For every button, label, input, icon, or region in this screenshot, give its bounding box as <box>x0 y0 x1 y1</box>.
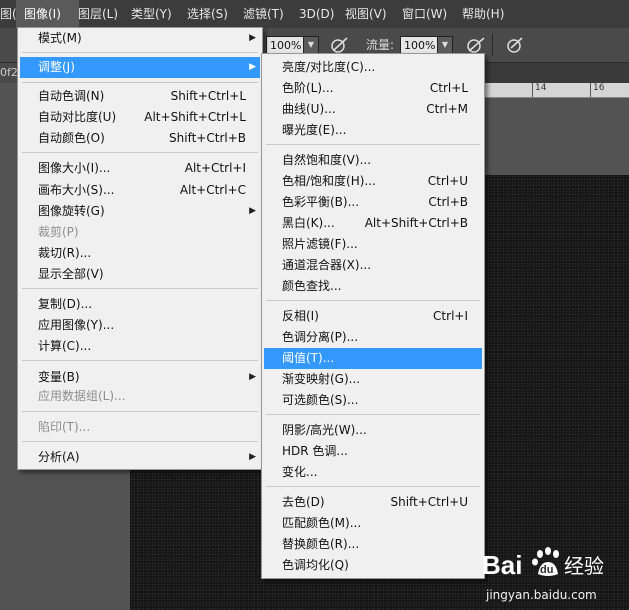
menu-item-hue-saturation[interactable]: 色相/饱和度(H)... Ctrl+U <box>264 171 482 192</box>
menu-help[interactable]: 帮助(H) <box>462 0 504 28</box>
menu-item-apply-image[interactable]: 应用图像(Y)... <box>20 315 260 336</box>
separator <box>22 360 258 361</box>
menu-item-curves[interactable]: 曲线(U)... Ctrl+M <box>264 99 482 120</box>
submenu-arrow-icon: ▶ <box>249 206 256 216</box>
menu-item-auto-contrast[interactable]: 自动对比度(U) Alt+Shift+Ctrl+L <box>20 107 260 128</box>
menu-filter[interactable]: 滤镜(T) <box>243 0 284 28</box>
menu-item-channel-mixer[interactable]: 通道混合器(X)... <box>264 255 482 276</box>
menu-item-desaturate[interactable]: 去色(D) Shift+Ctrl+U <box>264 492 482 513</box>
menu-item-trap: 陷印(T)... <box>38 420 91 434</box>
separator <box>22 152 258 153</box>
menu-item-vibrance[interactable]: 自然饱和度(V)... <box>264 150 482 171</box>
separator <box>266 414 480 415</box>
menu-view[interactable]: 视图(V) <box>345 0 387 28</box>
menu-item-mode[interactable]: 模式(M) ▶ <box>20 28 260 49</box>
opacity-dropdown[interactable]: ▼ <box>303 36 319 54</box>
horizontal-ruler: 14 16 <box>484 83 629 98</box>
menu-edit[interactable]: 图(E) <box>0 0 29 28</box>
menu-item-photo-filter[interactable]: 照片滤镜(F)... <box>264 234 482 255</box>
menu-item-black-white[interactable]: 黑白(K)... Alt+Shift+Ctrl+B <box>264 213 482 234</box>
menu-item-auto-tone[interactable]: 自动色调(N) Shift+Ctrl+L <box>20 86 260 107</box>
menu-item-levels[interactable]: 色阶(L)... Ctrl+L <box>264 78 482 99</box>
menu-item-color-lookup[interactable]: 颜色查找... <box>264 276 482 297</box>
separator <box>266 486 480 487</box>
menu-item-shadows-highlights[interactable]: 阴影/高光(W)... <box>264 420 482 441</box>
menu-item-threshold[interactable]: 阈值(T)... <box>264 348 482 369</box>
menu-item-variations[interactable]: 变化... <box>264 462 482 483</box>
menu-bar: 图(E) 图像(I) 图层(L) 类型(Y) 选择(S) 滤镜(T) 3D(D)… <box>0 0 629 29</box>
menu-item-analysis[interactable]: 分析(A) ▶ <box>20 447 260 468</box>
menu-item-reveal-all[interactable]: 显示全部(V) <box>20 264 260 285</box>
menu-item-match-color[interactable]: 匹配颜色(M)... <box>264 513 482 534</box>
menu-item-image-rotation[interactable]: 图像旋转(G) ▶ <box>20 201 260 222</box>
menu-item-replace-color[interactable]: 替换颜色(R)... <box>264 534 482 555</box>
menu-item-invert[interactable]: 反相(I) Ctrl+I <box>264 306 482 327</box>
divider <box>492 34 493 56</box>
ruler-tick: 16 <box>590 83 604 97</box>
separator <box>266 300 480 301</box>
menu-item-gradient-map[interactable]: 渐变映射(G)... <box>264 369 482 390</box>
menu-item-equalize[interactable]: 色调均化(Q) <box>264 555 482 576</box>
flow-input[interactable]: 100% <box>400 36 438 54</box>
menu-item-exposure[interactable]: 曝光度(E)... <box>264 120 482 141</box>
pressure-size-icon[interactable] <box>505 36 525 54</box>
opacity-input[interactable]: 100% <box>266 36 304 54</box>
menu-item-selective-color[interactable]: 可选颜色(S)... <box>264 390 482 411</box>
menu-item-posterize[interactable]: 色调分离(P)... <box>264 327 482 348</box>
menu-item-apply-data-set: 应用数据组(L)... <box>38 389 126 403</box>
menu-item-hdr-toning[interactable]: HDR 色调... <box>264 441 482 462</box>
svg-text:经验: 经验 <box>564 554 604 578</box>
menu-type[interactable]: 类型(Y) <box>131 0 172 28</box>
flow-dropdown[interactable]: ▼ <box>437 36 453 54</box>
submenu-arrow-icon: ▶ <box>249 452 256 462</box>
menu-item-variables[interactable]: 变量(B) ▶ <box>20 367 260 388</box>
image-menu: 模式(M) ▶ 调整(J) ▶ 自动色调(N) Shift+Ctrl+L 自动对比度(… <box>17 27 263 470</box>
airbrush-icon[interactable] <box>330 36 350 54</box>
airbrush-toggle-icon[interactable] <box>466 36 486 54</box>
menu-item-duplicate[interactable]: 复制(D)... <box>20 294 260 315</box>
ruler-tick: 14 <box>532 83 546 97</box>
menu-item-color-balance[interactable]: 色彩平衡(B)... Ctrl+B <box>264 192 482 213</box>
menu-window[interactable]: 窗口(W) <box>402 0 447 28</box>
submenu-arrow-icon: ▶ <box>249 33 256 43</box>
menu-item-calculations[interactable]: 计算(C)... <box>20 336 260 357</box>
menu-layer[interactable]: 图层(L) <box>78 0 118 28</box>
menu-item-trim[interactable]: 裁切(R)... <box>20 243 260 264</box>
menu-item-canvas-size[interactable]: 画布大小(S)... Alt+Ctrl+C <box>20 180 260 201</box>
adjustments-submenu: 亮度/对比度(C)... 色阶(L)... Ctrl+L 曲线(U)... Ctrl… <box>261 53 485 579</box>
separator <box>22 411 258 412</box>
submenu-arrow-icon: ▶ <box>249 372 256 382</box>
menu-select[interactable]: 选择(S) <box>187 0 228 28</box>
separator <box>22 52 258 53</box>
menu-item-brightness-contrast[interactable]: 亮度/对比度(C)... <box>264 57 482 78</box>
menu-3d[interactable]: 3D(D) <box>299 0 334 28</box>
menu-item-crop: 裁剪(P) <box>38 225 79 239</box>
separator <box>266 144 480 145</box>
menu-item-adjustments[interactable]: 调整(J) ▶ <box>20 57 260 78</box>
watermark-domain: jingyan.baidu.com <box>486 588 597 602</box>
menu-item-auto-color[interactable]: 自动颜色(O) Shift+Ctrl+B <box>20 128 260 149</box>
separator <box>22 441 258 442</box>
svg-text:Bai: Bai <box>482 550 522 580</box>
svg-text:du: du <box>540 564 553 576</box>
menu-item-image-size[interactable]: 图像大小(I)... Alt+Ctrl+I <box>20 158 260 179</box>
menu-image[interactable]: 图像(I) <box>16 0 79 28</box>
separator <box>22 82 258 83</box>
separator <box>22 288 258 289</box>
submenu-arrow-icon: ▶ <box>249 62 256 72</box>
